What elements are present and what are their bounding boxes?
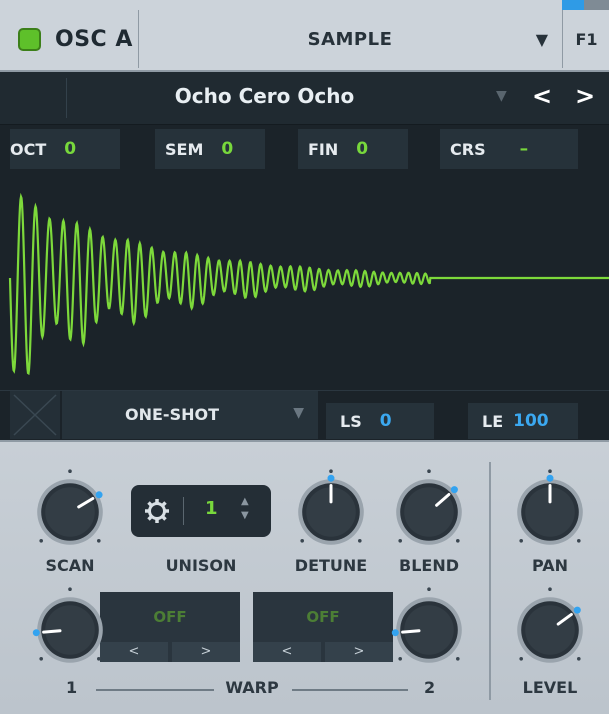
unison-label: UNISON — [165, 556, 237, 575]
unison-stepper-icon[interactable]: ▲ ▼ — [241, 495, 249, 523]
osc-label: OSC A — [55, 26, 133, 52]
osc-toggle[interactable]: OSC A — [10, 10, 139, 68]
controls-section: SCAN 1 ▲ ▼ UNISON DETUNE BLEND PAN OFF <… — [0, 440, 609, 714]
warp-line-left — [96, 689, 214, 691]
loop-end-label: LE — [482, 411, 504, 431]
warp-label: WARP — [225, 678, 279, 697]
waveform-svg — [8, 192, 609, 376]
unison-divider — [183, 497, 184, 525]
unison-control[interactable]: 1 ▲ ▼ — [131, 485, 271, 537]
pan-knob[interactable] — [510, 469, 590, 552]
loop-bar: ONE-SHOT ▼ LS 0 LE 100 — [0, 390, 609, 441]
warp-2-label: 2 — [424, 678, 436, 697]
loop-mode-label: ONE-SHOT — [125, 405, 219, 424]
section-divider — [489, 462, 491, 700]
osc-mode-label: SAMPLE — [307, 28, 393, 50]
warp-slot-2[interactable]: OFF < > — [253, 592, 393, 662]
fx-slot-button[interactable]: F1 — [562, 10, 609, 68]
preset-next-button[interactable]: > — [575, 82, 595, 110]
warp-slot-2-next-button[interactable]: > — [325, 642, 393, 662]
coarse-label: CRS — [450, 139, 486, 159]
warp-slot-2-value: OFF — [306, 608, 340, 626]
warp-line-right — [292, 689, 408, 691]
warp-1-knob[interactable] — [30, 587, 110, 670]
semitone-field[interactable]: SEM 0 — [155, 129, 265, 169]
scan-label: SCAN — [45, 556, 95, 575]
preset-bar: Ocho Cero Ocho ▼ < > — [0, 72, 609, 125]
level-knob[interactable] — [510, 587, 590, 670]
semitone-label: SEM — [165, 139, 204, 159]
osc-header: OSC A SAMPLE ▼ F1 — [0, 0, 609, 72]
fx-tab-active-indicator — [562, 0, 584, 10]
preset-name[interactable]: Ocho Cero Ocho — [0, 84, 529, 108]
loop-mode-select[interactable]: ONE-SHOT ▼ — [62, 391, 318, 439]
fine-value: 0 — [356, 139, 369, 159]
loop-start-field[interactable]: LS 0 — [326, 403, 434, 439]
dropdown-arrow-icon: ▼ — [535, 30, 548, 49]
tuning-row: OCT 0 SEM 0 FIN 0 CRS – — [0, 125, 609, 173]
preset-dropdown-icon[interactable]: ▼ — [496, 88, 507, 104]
octave-value: 0 — [64, 139, 77, 159]
preset-prev-button[interactable]: < — [532, 82, 552, 110]
pan-label: PAN — [531, 556, 569, 575]
warp-slot-1[interactable]: OFF < > — [100, 592, 240, 662]
waveform-display[interactable] — [0, 173, 609, 390]
warp-2-knob[interactable] — [389, 587, 469, 670]
blend-knob[interactable] — [389, 469, 469, 552]
unison-value: 1 — [205, 498, 218, 519]
octave-label: OCT — [10, 139, 47, 159]
loop-start-value: 0 — [379, 411, 392, 431]
warp-slot-1-next-button[interactable]: > — [172, 642, 240, 662]
sample-edit-icon[interactable] — [10, 391, 60, 439]
scan-knob[interactable] — [30, 469, 110, 552]
coarse-value: – — [519, 139, 529, 159]
coarse-field[interactable]: CRS – — [440, 129, 578, 169]
octave-field[interactable]: OCT 0 — [10, 129, 120, 169]
unison-settings-icon[interactable] — [143, 497, 171, 525]
loop-end-value: 100 — [513, 411, 549, 431]
fine-field[interactable]: FIN 0 — [298, 129, 408, 169]
level-label: LEVEL — [522, 678, 578, 697]
blend-label: BLEND — [399, 556, 459, 575]
dropdown-arrow-icon: ▼ — [293, 405, 304, 421]
semitone-value: 0 — [221, 139, 234, 159]
loop-start-label: LS — [340, 411, 362, 431]
warp-slot-2-prev-button[interactable]: < — [253, 642, 321, 662]
detune-knob[interactable] — [291, 469, 371, 552]
warp-slot-1-prev-button[interactable]: < — [100, 642, 168, 662]
osc-mode-select[interactable]: SAMPLE ▼ — [140, 10, 560, 68]
loop-end-field[interactable]: LE 100 — [468, 403, 578, 439]
oscillator-panel: OSC A SAMPLE ▼ F1 Ocho Cero Ocho ▼ < > O… — [0, 0, 609, 714]
detune-label: DETUNE — [294, 556, 368, 575]
warp-slot-1-value: OFF — [153, 608, 187, 626]
warp-1-label: 1 — [66, 678, 78, 697]
waveform-path — [8, 192, 609, 376]
fine-label: FIN — [308, 139, 339, 159]
osc-enable-led[interactable] — [18, 27, 41, 51]
